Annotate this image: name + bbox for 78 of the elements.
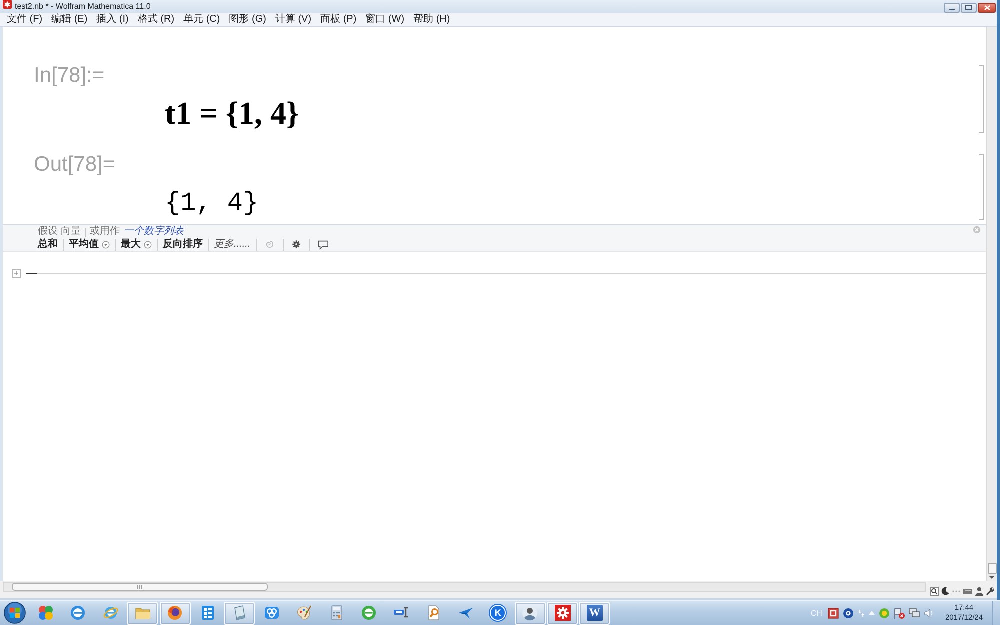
menu-item[interactable]: 编辑 (E) — [50, 14, 90, 26]
insertion-cursor — [26, 273, 37, 274]
cell-label: Out[78]= — [34, 152, 116, 178]
alternative-prefix: 或用作 — [90, 226, 120, 238]
scrollbar-thumb[interactable] — [12, 583, 268, 591]
letter-logo-icon: K — [490, 605, 506, 621]
person-icon[interactable] — [975, 587, 984, 596]
taskbar-button[interactable]: W — [579, 602, 610, 624]
close-icon — [984, 5, 990, 11]
dropdown-circle-icon — [102, 240, 110, 249]
taskbar-button[interactable] — [160, 602, 191, 624]
scrollbar-thumb[interactable] — [988, 563, 996, 574]
circle-logo-icon — [360, 605, 377, 621]
minimize-button[interactable] — [944, 3, 960, 13]
gear-icon — [554, 605, 571, 621]
avatar-icon — [522, 605, 538, 621]
wrench-icon[interactable] — [986, 587, 995, 596]
taskbar-button[interactable]: K — [482, 602, 514, 624]
menu-item[interactable]: 计算 (V) — [273, 14, 314, 26]
orbit-logo-icon — [102, 605, 119, 621]
scroll-down-arrow-icon[interactable] — [989, 576, 995, 579]
maximize-button[interactable] — [961, 3, 977, 13]
input-expression: t1 = {1, 4} — [165, 94, 300, 133]
flag-icon[interactable] — [894, 608, 906, 618]
menu-item[interactable]: 窗口 (W) — [364, 14, 407, 26]
ball-icon[interactable] — [879, 608, 890, 618]
suggestion-action[interactable]: 反向排序 — [157, 238, 208, 251]
input-method-icon[interactable] — [828, 608, 840, 618]
menu-item[interactable]: 图形 (G) — [227, 14, 268, 26]
palette-icon — [296, 605, 312, 621]
taskbar-button[interactable] — [547, 602, 578, 624]
menu-item[interactable]: 单元 (C) — [182, 14, 222, 26]
rings-icon — [264, 605, 280, 621]
suggestion-action[interactable]: 最大 — [115, 238, 157, 251]
taskbar-button[interactable] — [514, 602, 546, 624]
assumption-text: 假设 向量 — [38, 226, 82, 238]
suggestion-action[interactable]: 平均值 — [63, 238, 115, 251]
close-button[interactable] — [978, 3, 996, 13]
circle-logo-icon — [70, 605, 86, 621]
menu-item[interactable]: 文件 (F) — [5, 14, 45, 26]
speech-bubble-icon[interactable] — [318, 240, 329, 250]
output-result: {1, 4} — [165, 187, 259, 220]
document-search-icon — [426, 605, 442, 621]
keyboard-icon[interactable] — [963, 587, 973, 596]
start-orb-icon[interactable] — [4, 602, 26, 624]
window-title: test2.nb * - Wolfram Mathematica 11.0 — [15, 1, 152, 13]
cell-bracket[interactable] — [979, 65, 984, 133]
maximize-icon — [965, 5, 973, 11]
speaker-icon[interactable] — [924, 608, 934, 618]
folder-icon — [134, 605, 151, 621]
vertical-scrollbar[interactable] — [986, 27, 997, 581]
spiky-star-icon — [3, 0, 12, 9]
settings-icon[interactable] — [292, 240, 301, 250]
suggestion-action[interactable]: 更多...... — [208, 238, 256, 251]
plus-box-icon[interactable] — [12, 269, 21, 278]
fox-globe-icon — [167, 605, 184, 621]
crescent-icon[interactable] — [941, 587, 950, 596]
cell-label: In[78]:= — [34, 63, 105, 89]
list-icon — [200, 605, 216, 621]
colored-balls-icon — [38, 605, 54, 621]
network-icon[interactable] — [909, 608, 920, 618]
menu-item[interactable]: 插入 (I) — [94, 14, 131, 26]
bird-icon — [458, 605, 474, 621]
calculator-icon — [328, 605, 345, 621]
grip-icon — [137, 585, 143, 589]
cell-bracket[interactable] — [979, 154, 984, 220]
curl-icon[interactable] — [264, 240, 275, 250]
alternative-link[interactable]: 一个数字列表 — [124, 226, 184, 238]
help-icon[interactable] — [843, 608, 854, 618]
letter-logo-icon: W — [586, 605, 603, 621]
menu-item[interactable]: 面板 (P) — [318, 14, 359, 26]
dropdown-circle-icon — [144, 240, 152, 249]
notepad-icon — [232, 605, 248, 621]
magnifier-icon[interactable] — [930, 587, 939, 596]
suggestion-action[interactable]: 总和 — [38, 238, 63, 251]
menu-item[interactable]: 格式 (R) — [136, 14, 177, 26]
menu-item[interactable]: 帮助 (H) — [412, 14, 452, 26]
horizontal-scrollbar[interactable] — [3, 582, 926, 592]
